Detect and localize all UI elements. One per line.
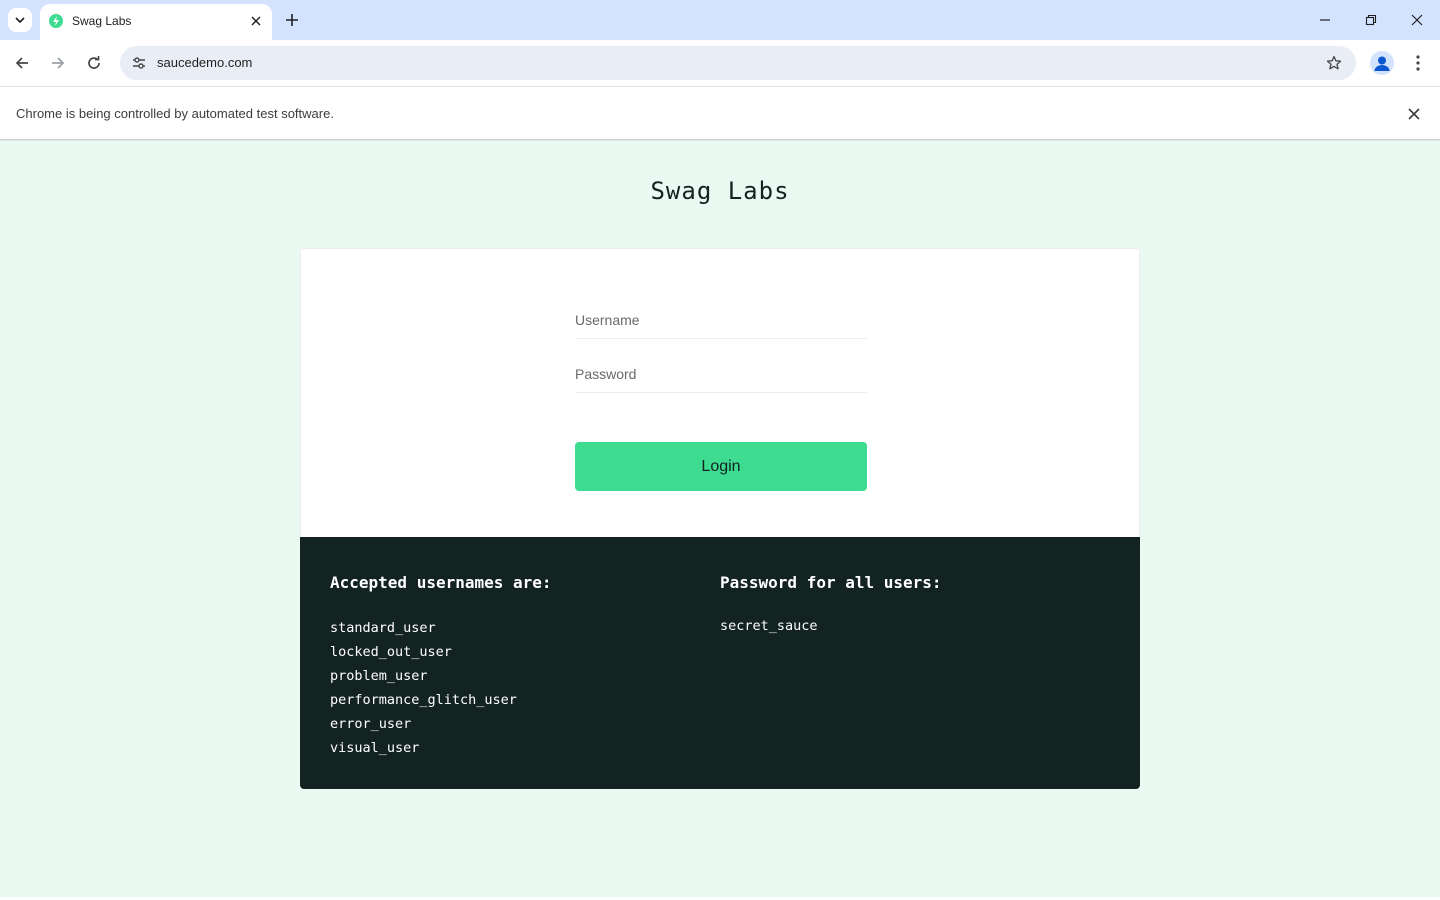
swag-labs-favicon-icon	[49, 14, 63, 28]
address-bar[interactable]: saucedemo.com	[120, 46, 1356, 80]
tune-icon	[133, 57, 145, 69]
username-input[interactable]	[575, 301, 867, 339]
forward-arrow-icon	[52, 57, 65, 69]
password-heading: Password for all users:	[720, 573, 942, 592]
restore-button[interactable]	[1348, 0, 1394, 40]
minimize-icon	[1320, 19, 1330, 21]
username-item: standard_user	[330, 620, 436, 636]
tab-strip: Swag Labs	[0, 0, 1440, 40]
password-column: Password for all users: secret_sauce	[720, 573, 942, 638]
password-input[interactable]	[575, 355, 867, 393]
back-button[interactable]	[10, 51, 34, 75]
close-icon	[1408, 108, 1420, 120]
credentials-panel: Accepted usernames are: standard_user lo…	[300, 537, 1140, 789]
username-item: locked_out_user	[330, 644, 452, 660]
star-icon	[1326, 55, 1342, 70]
tab-title: Swag Labs	[72, 14, 132, 28]
username-item: error_user	[330, 716, 412, 732]
profile-button[interactable]	[1370, 51, 1394, 75]
new-tab-button[interactable]	[280, 8, 304, 32]
site-info-button[interactable]	[128, 52, 150, 74]
tab-search-button[interactable]	[8, 8, 32, 32]
avatar-icon	[1374, 56, 1390, 71]
reload-button[interactable]	[82, 51, 106, 75]
close-icon	[251, 16, 261, 26]
bookmark-button[interactable]	[1324, 53, 1344, 73]
usernames-column: Accepted usernames are: standard_user lo…	[330, 573, 552, 760]
username-item: problem_user	[330, 668, 428, 684]
forward-button[interactable]	[46, 51, 70, 75]
reload-icon	[88, 56, 100, 69]
login-logo: Swag Labs	[650, 177, 790, 205]
close-window-button[interactable]	[1394, 0, 1440, 40]
minimize-button[interactable]	[1302, 0, 1348, 40]
password-value: secret_sauce	[720, 618, 818, 634]
restore-icon	[1365, 14, 1377, 26]
close-icon	[1411, 14, 1423, 26]
username-item: performance_glitch_user	[330, 692, 517, 708]
browser-tab[interactable]: Swag Labs	[40, 4, 272, 40]
url-text[interactable]: saucedemo.com	[157, 55, 252, 70]
username-item: visual_user	[330, 740, 420, 756]
browser-toolbar: saucedemo.com	[0, 40, 1440, 86]
infobar-close-button[interactable]	[1404, 104, 1424, 124]
plus-icon	[286, 14, 298, 26]
infobar-message: Chrome is being controlled by automated …	[16, 106, 334, 121]
login-form: Login	[300, 248, 1140, 537]
chevron-down-icon	[15, 17, 25, 24]
login-button[interactable]: Login	[575, 442, 867, 491]
page-content: Swag Labs Login Accepted usernames are: …	[0, 141, 1440, 898]
browser-menu-button[interactable]	[1406, 51, 1430, 75]
back-arrow-icon	[15, 57, 28, 69]
usernames-heading: Accepted usernames are:	[330, 573, 552, 592]
tab-close-button[interactable]	[248, 13, 264, 29]
more-vert-icon	[1416, 55, 1420, 71]
automation-infobar: Chrome is being controlled by automated …	[0, 86, 1440, 140]
